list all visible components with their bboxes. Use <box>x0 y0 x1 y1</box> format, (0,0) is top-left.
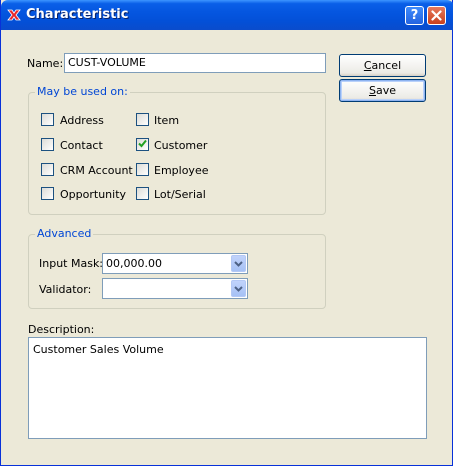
checkbox-item[interactable] <box>136 113 149 126</box>
input-mask-label: Input Mask: <box>39 257 104 270</box>
input-mask-dropdown-button[interactable] <box>231 255 246 272</box>
input-mask-select[interactable]: 00,000.00 <box>102 253 248 274</box>
description-textarea[interactable]: Customer Sales Volume <box>28 337 427 439</box>
validator-dropdown-button[interactable] <box>231 280 246 297</box>
name-label: Name: <box>27 57 64 70</box>
description-label: Description: <box>28 323 95 336</box>
chevron-down-icon <box>234 285 243 292</box>
validator-select[interactable] <box>102 278 248 299</box>
chevron-down-icon <box>234 260 243 267</box>
checkbox-label-customer: Customer <box>154 139 208 152</box>
checkbox-label-item: Item <box>154 114 180 127</box>
checkbox-address[interactable] <box>41 113 54 126</box>
checkbox-crm-account[interactable] <box>41 163 54 176</box>
checkbox-lot-serial[interactable] <box>136 187 149 200</box>
app-x-icon <box>7 9 21 21</box>
checkbox-opportunity[interactable] <box>41 187 54 200</box>
checkbox-contact[interactable] <box>41 138 54 151</box>
save-button-label: Save <box>368 84 396 97</box>
checkbox-label-contact: Contact <box>60 139 103 152</box>
input-mask-value: 00,000.00 <box>106 257 162 270</box>
dialog-window: Characteristic ? Name: CUST-VOLUME Cance… <box>0 0 453 466</box>
checkbox-label-employee: Employee <box>154 164 209 177</box>
save-button[interactable]: Save <box>339 79 426 102</box>
checkbox-employee[interactable] <box>136 163 149 176</box>
checkbox-label-lot-serial: Lot/Serial <box>154 188 206 201</box>
cancel-button-label: Cancel <box>363 59 402 72</box>
validator-label: Validator: <box>39 283 92 296</box>
help-icon: ? <box>410 8 419 23</box>
close-button[interactable] <box>427 6 446 25</box>
cancel-button[interactable]: Cancel <box>339 54 426 77</box>
title-bar[interactable]: Characteristic ? <box>1 0 453 30</box>
checkbox-label-address: Address <box>60 114 104 127</box>
help-button[interactable]: ? <box>405 6 424 25</box>
close-icon <box>431 10 442 21</box>
checkbox-label-opportunity: Opportunity <box>60 188 127 201</box>
advanced-group-title: Advanced <box>35 227 94 240</box>
used-on-group-title: May be used on: <box>35 85 130 98</box>
name-input[interactable]: CUST-VOLUME <box>64 53 326 73</box>
window-title: Characteristic <box>26 7 129 22</box>
checkmark-icon <box>138 139 147 148</box>
checkbox-label-crm-account: CRM Account <box>60 164 133 177</box>
checkbox-customer[interactable] <box>136 138 149 151</box>
